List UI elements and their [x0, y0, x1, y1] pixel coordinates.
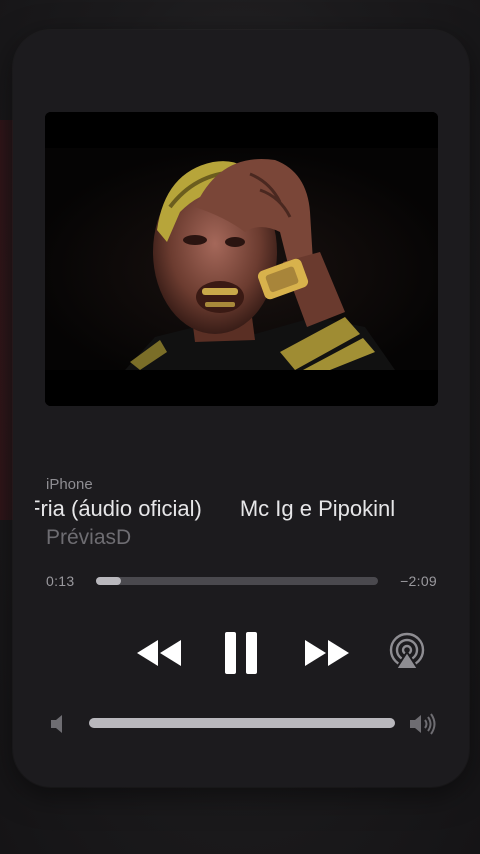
fast-forward-button[interactable]: [299, 628, 355, 678]
volume-fill: [89, 718, 395, 728]
album-artwork: [45, 112, 438, 406]
song-title: Fria (áudio oficial): [35, 496, 202, 521]
progress-fill: [96, 577, 122, 585]
artwork-image: [45, 112, 438, 406]
speaker-high-icon: [408, 712, 440, 736]
fast-forward-icon: [305, 640, 349, 666]
elapsed-time: 0:13: [46, 573, 75, 589]
rewind-button[interactable]: [131, 628, 187, 678]
playback-controls: [13, 628, 469, 680]
artist-name: PréviasD: [46, 526, 132, 549]
rewind-icon: [137, 640, 181, 666]
song-title-continued: Mc Ig e Pipokinl: [239, 496, 396, 521]
output-device-label: iPhone: [46, 476, 93, 493]
song-title-marquee[interactable]: Fria (áudio oficial) Mc Ig e Pipokinl: [35, 496, 455, 526]
now-playing-card: iPhone Fria (áudio oficial) Mc Ig e Pipok…: [13, 30, 469, 787]
pause-icon: [225, 632, 257, 674]
speaker-low-icon: [48, 712, 68, 736]
remaining-time: −2:09: [400, 573, 437, 589]
progress-scrubber[interactable]: [96, 577, 378, 585]
airplay-icon: [389, 632, 425, 670]
volume-slider[interactable]: [89, 718, 395, 728]
airplay-button[interactable]: [385, 630, 429, 674]
pause-button[interactable]: [217, 628, 265, 678]
